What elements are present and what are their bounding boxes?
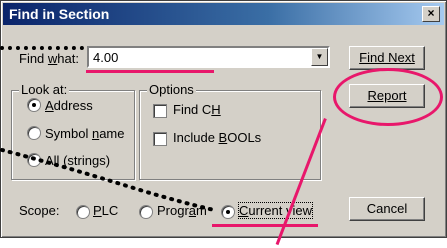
find-ch-checkbox[interactable] — [153, 104, 167, 118]
radio-scope-program[interactable] — [139, 205, 153, 219]
radio-scope-current-view[interactable] — [221, 205, 235, 219]
look-at-address-label: Address — [45, 98, 93, 113]
radio-address[interactable] — [27, 98, 41, 112]
find-what-input[interactable]: 4.00 — [93, 50, 118, 65]
look-at-title: Look at: — [19, 82, 70, 97]
radio-all-strings[interactable] — [27, 153, 41, 167]
options-title: Options — [147, 82, 196, 97]
annotation-underline-find-value — [86, 70, 214, 73]
close-button[interactable]: × — [422, 6, 440, 22]
radio-symbol-name[interactable] — [27, 126, 41, 140]
look-at-all-strings-label: All (strings) — [45, 153, 111, 168]
title-bar: Find in Section × — [3, 3, 444, 25]
annotation-underline-current-view — [212, 224, 318, 227]
include-bools-checkbox[interactable] — [153, 132, 167, 146]
scope-current-view-label: Current view — [238, 202, 313, 219]
annotation-dotted-line-find — [0, 46, 84, 50]
dialog-title: Find in Section — [9, 6, 110, 22]
scope-plc-label: PLC — [93, 203, 119, 218]
scope-program-label: Program — [157, 203, 207, 218]
chevron-down-icon[interactable]: ▼ — [311, 48, 328, 66]
find-next-button[interactable]: Find Next — [349, 46, 425, 70]
find-what-combobox[interactable]: 4.00 ▼ — [87, 46, 330, 68]
cancel-button[interactable]: Cancel — [349, 197, 425, 221]
radio-scope-plc[interactable] — [76, 205, 90, 219]
include-bools-label: Include BOOLs — [173, 130, 262, 145]
annotation-circle-report — [333, 68, 443, 126]
find-what-label: Find what: — [19, 51, 79, 66]
look-at-symbol-name-label: Symbol name — [45, 126, 125, 141]
scope-label: Scope: — [19, 203, 60, 218]
find-ch-label: Find CH — [173, 102, 221, 117]
